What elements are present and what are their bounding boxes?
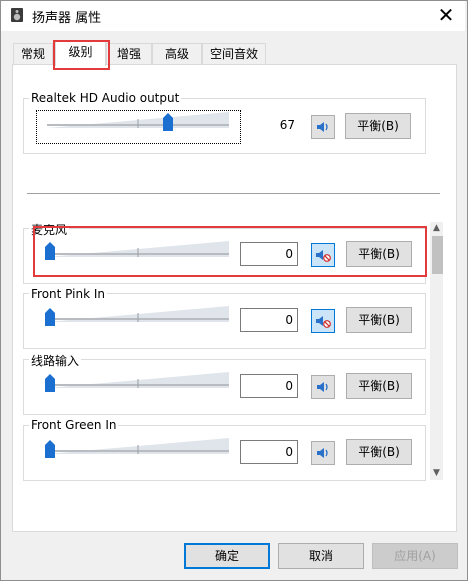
mic-mute-button[interactable] [311, 243, 335, 267]
front-pink-level-value[interactable]: 0 [240, 308, 298, 332]
line-in-balance-button[interactable]: 平衡(B) [346, 373, 412, 399]
line-in-level-value[interactable]: 0 [240, 374, 298, 398]
mic-volume-slider[interactable] [47, 241, 229, 261]
scroll-down-arrow-icon[interactable]: ▼ [430, 468, 443, 478]
line-in-volume-slider[interactable] [47, 372, 229, 392]
front-pink-label: Front Pink In [29, 287, 107, 301]
apply-button[interactable]: 应用(A) [372, 543, 458, 569]
output-balance-button[interactable]: 平衡(B) [345, 113, 411, 139]
output-volume-slider[interactable] [47, 112, 229, 132]
front-pink-slider-thumb[interactable] [44, 307, 56, 327]
front-pink-mute-button[interactable] [311, 309, 335, 333]
front-green-label: Front Green In [29, 418, 119, 432]
tab-advanced[interactable]: 高级 [152, 43, 202, 65]
tab-levels[interactable]: 级别 [55, 41, 106, 66]
tab-general[interactable]: 常规 [13, 43, 53, 65]
window-title: 扬声器 属性 [32, 11, 102, 26]
line-in-slider-thumb[interactable] [44, 373, 56, 393]
scrollbar-thumb[interactable] [432, 236, 443, 274]
mic-slider-thumb[interactable] [44, 241, 56, 261]
ok-button[interactable]: 确定 [184, 543, 270, 569]
speaker-icon [317, 382, 328, 392]
section-divider [27, 193, 440, 194]
close-button[interactable]: ✕ [428, 2, 464, 30]
speaker-app-icon [11, 8, 23, 22]
mic-label: 麦克风 [29, 221, 70, 238]
line-in-label: 线路输入 [29, 352, 82, 369]
speaker-icon [317, 122, 328, 132]
output-slider-thumb[interactable] [162, 112, 174, 132]
cancel-button[interactable]: 取消 [278, 543, 364, 569]
front-green-mute-button[interactable] [311, 441, 335, 465]
speaker-icon [317, 448, 328, 458]
speaker-muted-icon [316, 250, 331, 262]
front-green-volume-slider[interactable] [47, 438, 229, 458]
front-green-slider-thumb[interactable] [44, 439, 56, 459]
speaker-muted-icon [316, 316, 331, 328]
line-in-mute-button[interactable] [311, 375, 335, 399]
output-mute-button[interactable] [311, 115, 335, 139]
front-green-level-value[interactable]: 0 [240, 440, 298, 464]
front-pink-balance-button[interactable]: 平衡(B) [346, 307, 412, 333]
output-label: Realtek HD Audio output [29, 91, 182, 105]
scroll-up-arrow-icon[interactable]: ▲ [430, 223, 443, 233]
mic-balance-button[interactable]: 平衡(B) [346, 241, 412, 267]
mic-level-value[interactable]: 0 [240, 242, 298, 266]
front-pink-volume-slider[interactable] [47, 306, 229, 326]
tab-enhancements[interactable]: 增强 [106, 43, 152, 65]
output-level-value[interactable]: 67 [242, 113, 300, 137]
tab-spatial-sound[interactable]: 空间音效 [202, 43, 266, 65]
front-green-balance-button[interactable]: 平衡(B) [346, 439, 412, 465]
